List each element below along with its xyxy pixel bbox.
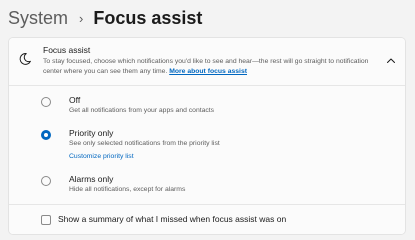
focus-assist-title: Focus assist	[43, 45, 91, 55]
customize-priority-list-link[interactable]: Customize priority list	[69, 152, 369, 162]
page-title: Focus assist	[93, 7, 203, 28]
radio-alarms-only[interactable]	[41, 176, 51, 186]
breadcrumb-system[interactable]: System	[8, 8, 68, 29]
option-alarms-only-title: Alarms only	[69, 174, 114, 184]
focus-assist-panel: Focus assist To stay focused, choose whi…	[8, 37, 406, 235]
option-priority-only-description: See only selected notifications from the…	[69, 140, 220, 147]
option-off-text: Off Get all notifications from your apps…	[69, 95, 369, 116]
moon-icon	[19, 53, 31, 65]
breadcrumb: System › Focus assist	[8, 4, 202, 32]
option-off-title: Off	[69, 95, 81, 105]
breadcrumb-separator-icon: ›	[79, 10, 84, 26]
focus-assist-header[interactable]: Focus assist To stay focused, choose whi…	[9, 38, 405, 86]
option-alarms-only-text: Alarms only Hide all notifications, exce…	[69, 174, 369, 195]
option-alarms-only-description: Hide all notifications, except for alarm…	[69, 186, 186, 193]
chevron-up-icon[interactable]	[386, 56, 396, 66]
radio-off[interactable]	[41, 97, 51, 107]
option-priority-only-text: Priority only See only selected notifica…	[69, 128, 369, 162]
radio-priority-only[interactable]	[41, 130, 51, 140]
summary-row[interactable]: Show a summary of what I missed when foc…	[9, 204, 405, 234]
more-about-focus-assist-link[interactable]: More about focus assist	[169, 68, 247, 75]
summary-label: Show a summary of what I missed when foc…	[58, 214, 287, 224]
focus-assist-header-text: Focus assist To stay focused, choose whi…	[43, 45, 383, 77]
option-priority-only-title: Priority only	[69, 128, 114, 138]
summary-checkbox[interactable]	[41, 215, 51, 225]
option-off-description: Get all notifications from your apps and…	[69, 107, 215, 114]
focus-assist-description: To stay focused, choose which notificati…	[43, 57, 383, 77]
